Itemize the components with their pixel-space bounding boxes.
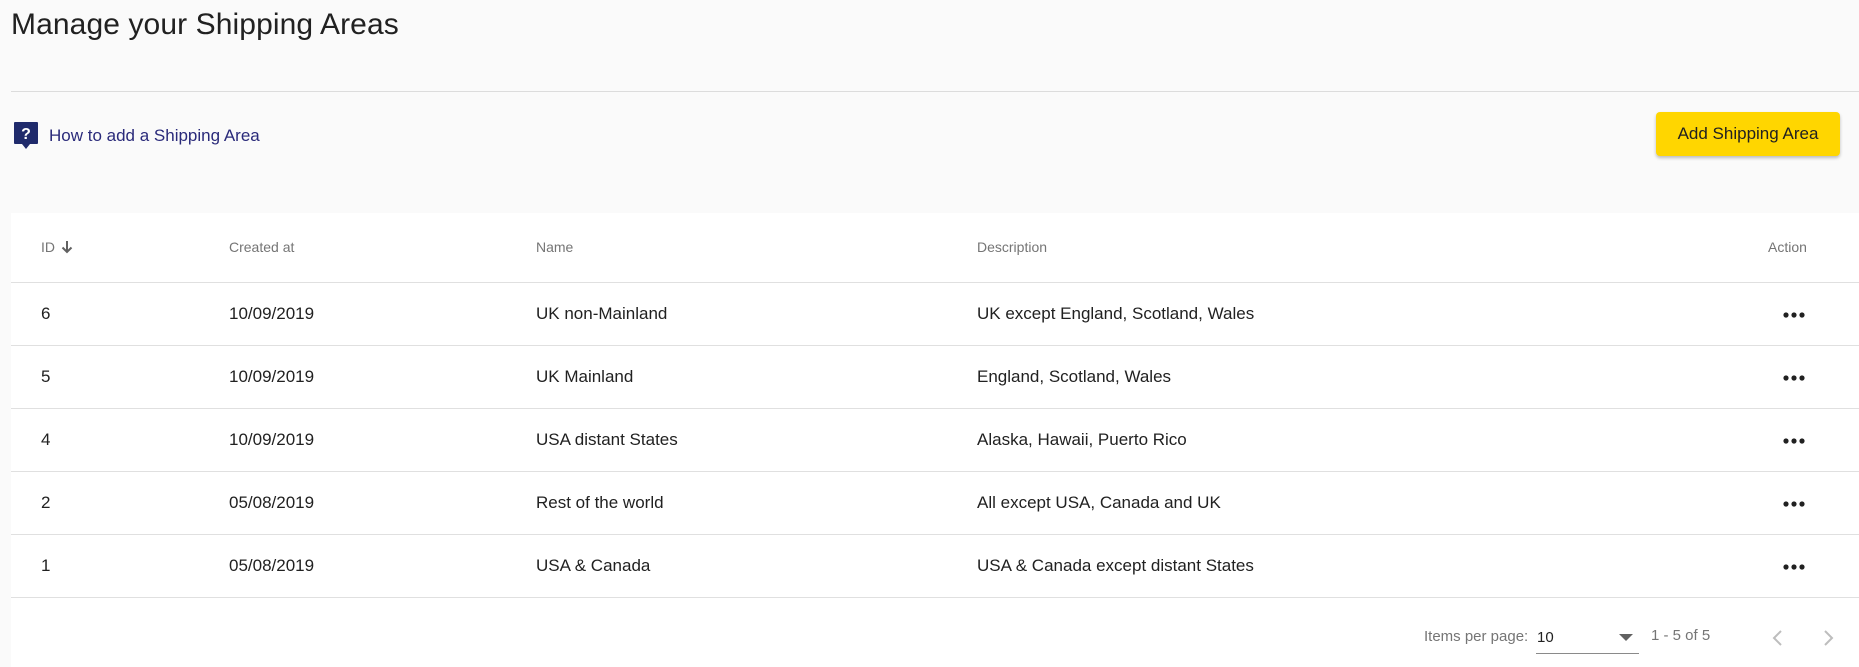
column-header-action: Action — [1768, 239, 1807, 255]
table-header-row: ID Created at Name Description Action — [11, 213, 1859, 283]
column-header-name[interactable]: Name — [536, 239, 573, 255]
shipping-areas-table: ID Created at Name Description Action 6 … — [11, 213, 1859, 667]
column-header-description[interactable]: Description — [977, 239, 1047, 255]
page-range-label: 1 - 5 of 5 — [1651, 627, 1711, 644]
more-horizontal-icon — [1783, 375, 1805, 381]
title-divider — [11, 91, 1859, 92]
cell-created-at: 10/09/2019 — [229, 367, 315, 386]
cell-description: All except USA, Canada and UK — [977, 493, 1221, 512]
caret-down-icon — [1619, 634, 1633, 641]
table-row: 1 05/08/2019 USA & Canada USA & Canada e… — [11, 535, 1859, 598]
cell-created-at: 10/09/2019 — [229, 304, 315, 323]
cell-id: 1 — [41, 556, 51, 575]
items-per-page-value: 10 — [1537, 629, 1554, 646]
cell-description: Alaska, Hawaii, Puerto Rico — [977, 430, 1187, 449]
table-row: 4 10/09/2019 USA distant States Alaska, … — [11, 409, 1859, 472]
items-per-page-label: Items per page: — [1424, 628, 1529, 645]
help-link[interactable]: ? How to add a Shipping Area — [13, 121, 260, 151]
arrow-down-icon — [59, 239, 75, 255]
question-mark-icon: ? — [13, 121, 39, 151]
table-row: 5 10/09/2019 UK Mainland England, Scotla… — [11, 346, 1859, 409]
more-actions-button[interactable] — [1778, 488, 1810, 520]
chevron-left-icon — [1772, 630, 1782, 646]
help-link-label: How to add a Shipping Area — [49, 126, 260, 145]
cell-created-at: 05/08/2019 — [229, 556, 315, 575]
cell-description: USA & Canada except distant States — [977, 556, 1254, 575]
more-horizontal-icon — [1783, 438, 1805, 444]
more-actions-button[interactable] — [1778, 299, 1810, 331]
more-horizontal-icon — [1783, 312, 1805, 318]
more-actions-button[interactable] — [1778, 551, 1810, 583]
cell-id: 4 — [41, 430, 51, 449]
cell-name: UK Mainland — [536, 367, 634, 386]
cell-id: 2 — [41, 493, 51, 512]
cell-created-at: 10/09/2019 — [229, 430, 315, 449]
table-row: 2 05/08/2019 Rest of the world All excep… — [11, 472, 1859, 535]
cell-created-at: 05/08/2019 — [229, 493, 315, 512]
column-header-id[interactable]: ID — [41, 239, 75, 255]
cell-id: 5 — [41, 367, 51, 386]
cell-id: 6 — [41, 304, 51, 323]
table-row: 6 10/09/2019 UK non-Mainland UK except E… — [11, 283, 1859, 346]
svg-text:?: ? — [21, 126, 31, 143]
chevron-right-icon — [1824, 630, 1834, 646]
cell-description: UK except England, Scotland, Wales — [977, 304, 1255, 323]
next-page-button[interactable] — [1812, 622, 1844, 654]
shipping-areas-page: Manage your Shipping Areas ? How to add … — [0, 0, 1859, 667]
column-header-created-at[interactable]: Created at — [229, 239, 294, 255]
cell-name: UK non-Mainland — [536, 304, 668, 323]
more-horizontal-icon — [1783, 564, 1805, 570]
cell-description: England, Scotland, Wales — [977, 367, 1172, 386]
cell-name: Rest of the world — [536, 493, 664, 512]
more-actions-button[interactable] — [1778, 425, 1810, 457]
previous-page-button[interactable] — [1762, 622, 1794, 654]
more-horizontal-icon — [1783, 501, 1805, 507]
items-per-page-select[interactable]: 10 — [1536, 623, 1639, 654]
column-header-id-label: ID — [41, 239, 55, 255]
more-actions-button[interactable] — [1778, 362, 1810, 394]
paginator: Items per page: 10 1 - 5 of 5 — [11, 608, 1859, 667]
page-title: Manage your Shipping Areas — [11, 8, 399, 41]
cell-name: USA & Canada — [536, 556, 651, 575]
add-shipping-area-button[interactable]: Add Shipping Area — [1656, 112, 1840, 156]
cell-name: USA distant States — [536, 430, 678, 449]
